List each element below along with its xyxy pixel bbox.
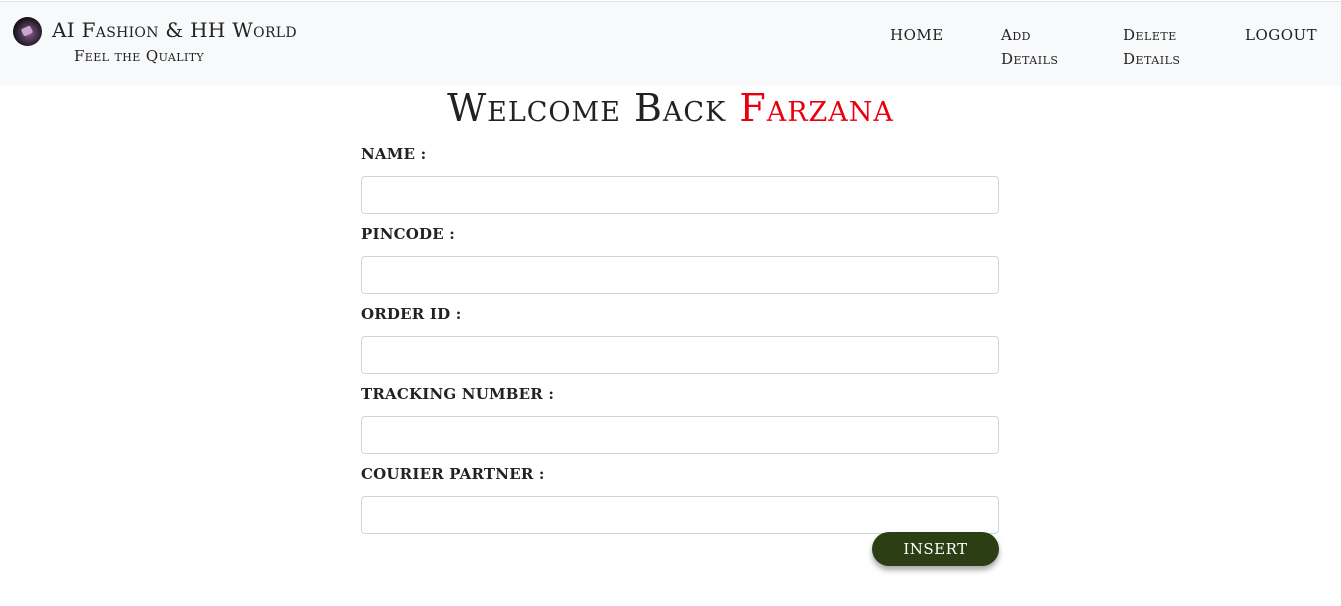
nav-delete-label-line2: Details xyxy=(1123,50,1181,68)
brand-title[interactable]: AI Fashion & HH World xyxy=(52,18,297,42)
pincode-input[interactable] xyxy=(361,256,999,294)
details-form: NAME : PINCODE : ORDER ID : TRACKING NUM… xyxy=(361,140,999,543)
brand-logo[interactable] xyxy=(13,17,42,46)
welcome-prefix: Welcome Back xyxy=(447,86,727,130)
nav-logout-link[interactable]: LOGOUT xyxy=(1245,23,1317,47)
nav-add-label-line1: Add xyxy=(1001,26,1031,44)
brand-tagline: Feel the Quality xyxy=(74,47,205,65)
tracking-number-label: TRACKING NUMBER : xyxy=(361,385,555,403)
tracking-number-input[interactable] xyxy=(361,416,999,454)
courier-partner-input[interactable] xyxy=(361,496,999,534)
nav-add-label-line2: Details xyxy=(1001,50,1059,68)
insert-button[interactable]: INSERT xyxy=(872,532,999,566)
nav-logout-label: LOGOUT xyxy=(1245,26,1318,44)
navbar: AI Fashion & HH World Feel the Quality H… xyxy=(0,1,1341,86)
nav-home-label: HOME xyxy=(890,26,944,44)
pincode-label: PINCODE : xyxy=(361,225,456,243)
courier-partner-label: COURIER PARTNER : xyxy=(361,465,545,483)
page-title: Welcome Back Farzana xyxy=(0,86,1341,130)
nav-home-link[interactable]: HOME xyxy=(890,23,944,47)
order-id-label: ORDER ID : xyxy=(361,305,462,323)
nav-delete-label-line1: Delete xyxy=(1123,26,1177,44)
welcome-user-name: Farzana xyxy=(739,86,894,130)
name-input[interactable] xyxy=(361,176,999,214)
name-label: NAME : xyxy=(361,145,427,163)
nav-delete-details-link[interactable]: Delete Details xyxy=(1123,23,1180,71)
nav-add-details-link[interactable]: Add Details xyxy=(1001,23,1058,71)
order-id-input[interactable] xyxy=(361,336,999,374)
